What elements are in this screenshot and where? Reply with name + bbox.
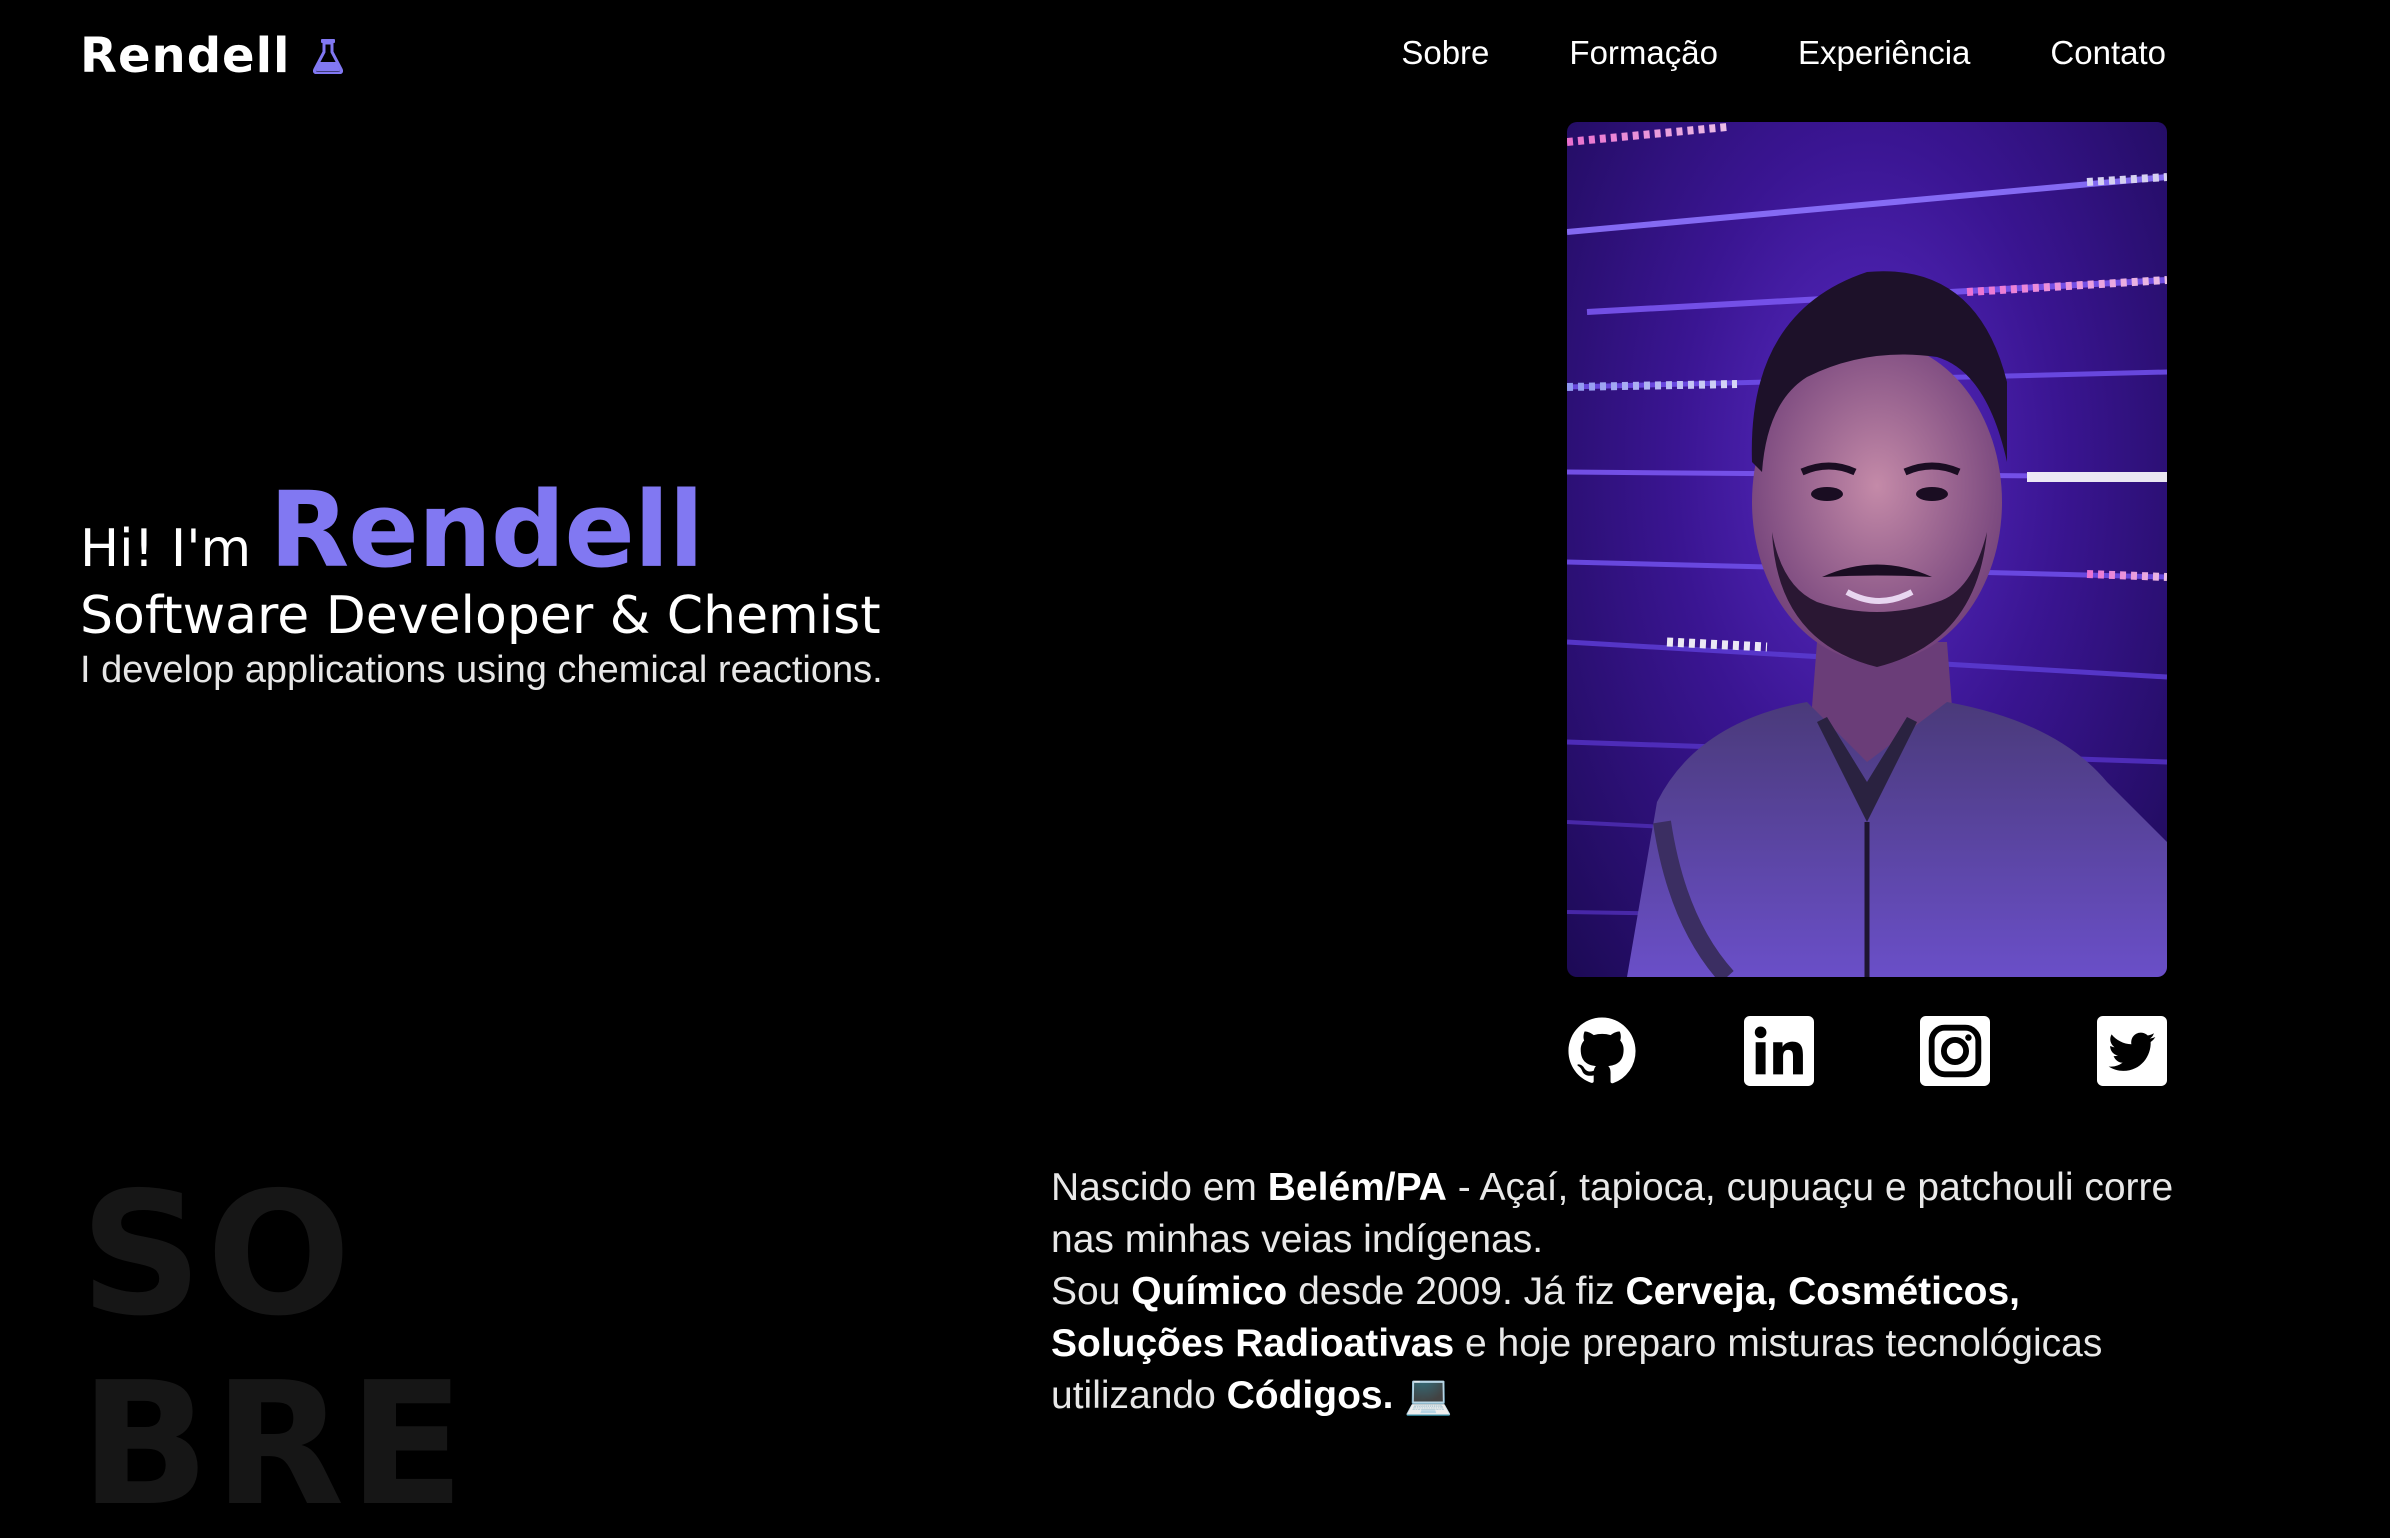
hero-tagline: I develop applications using chemical re…: [80, 649, 883, 692]
about-text: Nascido em Belém/PA - Açaí, tapioca, cup…: [1051, 1162, 2181, 1422]
hero-role: Software Developer & Chemist: [80, 586, 881, 646]
nav-contato[interactable]: Contato: [2050, 34, 2166, 72]
nav-sobre[interactable]: Sobre: [1401, 34, 1489, 72]
laptop-icon: 💻: [1404, 1374, 1453, 1417]
about-title-line2: BRE: [80, 1346, 469, 1538]
hero: Hi! I'm Rendell Software Developer & Che…: [80, 478, 1080, 692]
about-title-line1: SO: [80, 1156, 355, 1354]
linkedin-icon: [1743, 1016, 1814, 1086]
social-links: [1567, 1016, 2167, 1086]
about-p2-a: Sou: [1051, 1270, 1132, 1313]
github-icon: [1567, 1016, 1637, 1086]
about-p2-b: Químico: [1131, 1270, 1288, 1313]
greeting: Hi! I'm: [80, 519, 252, 579]
instagram-icon: [1920, 1016, 1991, 1086]
logo-text: Rendell: [80, 28, 291, 84]
logo[interactable]: Rendell: [80, 28, 343, 84]
hero-name: Rendell: [269, 469, 704, 591]
instagram-link[interactable]: [1920, 1016, 1991, 1086]
twitter-icon: [2096, 1016, 2167, 1086]
page: Rendell Sobre Formação Experiência Conta…: [0, 0, 2390, 1538]
greeting-line: Hi! I'm Rendell: [80, 478, 1080, 582]
nav-formacao[interactable]: Formação: [1569, 34, 1718, 72]
about-p2-c: desde 2009. Já fiz: [1287, 1270, 1626, 1313]
about-section-title: SO BRE: [80, 1160, 469, 1538]
about-p1-b: Belém/PA: [1267, 1166, 1447, 1209]
profile-photo: [1567, 122, 2167, 977]
twitter-link[interactable]: [2096, 1016, 2167, 1086]
about-p2-f: Códigos.: [1226, 1374, 1394, 1417]
github-link[interactable]: [1567, 1016, 1637, 1086]
about-p1-a: Nascido em: [1051, 1166, 1268, 1209]
flask-icon: [312, 38, 343, 74]
main-nav: Sobre Formação Experiência Contato: [1401, 34, 2166, 72]
nav-experiencia[interactable]: Experiência: [1798, 34, 1970, 72]
linkedin-link[interactable]: [1743, 1016, 1814, 1086]
